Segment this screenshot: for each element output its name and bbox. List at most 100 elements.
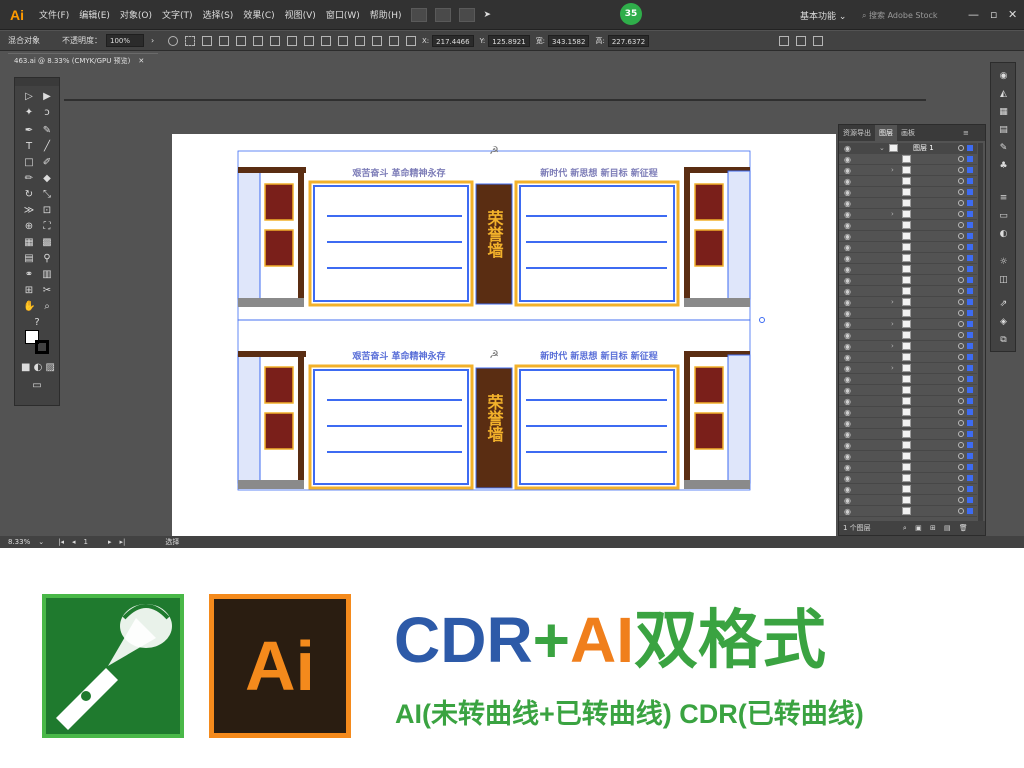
visibility-eye-icon[interactable]: ◉	[844, 375, 851, 384]
pen-tool-icon[interactable]: ✒	[23, 125, 35, 137]
expand-toggle-icon[interactable]: ›	[891, 341, 894, 352]
sublayer-row[interactable]: ◉	[839, 495, 977, 506]
layer-row-top[interactable]: ◉ ⌄ 图层 1	[839, 143, 977, 154]
sublayer-row[interactable]: ◉	[839, 352, 977, 363]
export-icon[interactable]: ⇗	[998, 299, 1009, 310]
close-tab-icon[interactable]: ✕	[138, 57, 144, 65]
selection-tool-icon[interactable]: ▷	[23, 91, 35, 103]
menu-view[interactable]: 视图(V)	[280, 8, 321, 21]
menu-file[interactable]: 文件(F)	[34, 8, 74, 21]
symbols-icon[interactable]: ♣	[998, 161, 1009, 172]
rectangle-tool-icon[interactable]: □	[23, 157, 35, 169]
sublayer-row[interactable]: ◉	[839, 264, 977, 275]
visibility-eye-icon[interactable]: ◉	[844, 342, 851, 351]
visibility-eye-icon[interactable]: ◉	[844, 309, 851, 318]
distribute-right-icon[interactable]	[389, 35, 399, 46]
paintbrush-tool-icon[interactable]: ✐	[41, 157, 53, 169]
selection-indicator[interactable]	[967, 343, 973, 349]
gradient-tool-icon[interactable]: ▤	[23, 253, 35, 265]
menu-window[interactable]: 窗口(W)	[321, 8, 365, 21]
perspective-grid-tool-icon[interactable]: ▦	[23, 237, 35, 249]
sublayer-row[interactable]: ◉	[839, 484, 977, 495]
target-circle-icon[interactable]	[958, 431, 964, 437]
visibility-eye-icon[interactable]: ◉	[844, 485, 851, 494]
mesh-tool-icon[interactable]: ▩	[41, 237, 53, 249]
selection-indicator[interactable]	[967, 145, 973, 151]
selection-indicator[interactable]	[967, 486, 973, 492]
target-circle-icon[interactable]	[958, 244, 964, 250]
align-top-icon[interactable]	[253, 35, 263, 46]
target-circle-icon[interactable]	[958, 145, 964, 151]
sublayer-row[interactable]: ◉	[839, 374, 977, 385]
menu-select[interactable]: 选择(S)	[198, 8, 239, 21]
appearance-icon[interactable]: ☼	[998, 257, 1009, 268]
visibility-eye-icon[interactable]: ◉	[844, 166, 851, 175]
selection-indicator[interactable]	[967, 266, 973, 272]
y-field[interactable]: 125.8921	[488, 34, 530, 47]
screen-mode-icon[interactable]: ▭	[31, 380, 43, 392]
scale-tool-icon[interactable]: ⤡	[41, 189, 53, 201]
menu-icon[interactable]	[813, 35, 824, 46]
selection-indicator[interactable]	[967, 497, 973, 503]
visibility-eye-icon[interactable]: ◉	[844, 155, 851, 164]
align-to-icon[interactable]	[185, 35, 195, 46]
visibility-eye-icon[interactable]: ◉	[844, 408, 851, 417]
slice-tool-icon[interactable]: ✂	[41, 285, 53, 297]
next-page-icon[interactable]: ▸	[108, 538, 112, 546]
stroke-swatch[interactable]	[35, 340, 49, 354]
target-circle-icon[interactable]	[958, 178, 964, 184]
sublayer-row[interactable]: ◉ ›	[839, 209, 977, 220]
hand-tool-icon[interactable]: ✋	[23, 301, 35, 313]
color-guide-icon[interactable]: ◭	[998, 89, 1009, 100]
sublayer-row[interactable]: ◉ ›	[839, 319, 977, 330]
chevron-down-icon[interactable]: ⌄	[38, 538, 44, 546]
color-mode-icons[interactable]: ■ ◐ ▨	[21, 362, 55, 374]
line-tool-icon[interactable]: ╱	[41, 141, 53, 153]
selection-indicator[interactable]	[967, 299, 973, 305]
opacity-field[interactable]: 100%	[106, 34, 144, 47]
new-sublayer-icon[interactable]: ⊞	[930, 524, 936, 532]
visibility-eye-icon[interactable]: ◉	[844, 419, 851, 428]
visibility-eye-icon[interactable]: ◉	[844, 144, 851, 153]
w-field[interactable]: 343.1582	[548, 34, 590, 47]
sublayer-row[interactable]: ◉	[839, 385, 977, 396]
visibility-eye-icon[interactable]: ◉	[844, 397, 851, 406]
sublayer-row[interactable]: ◉	[839, 231, 977, 242]
x-field[interactable]: 217.4466	[432, 34, 474, 47]
sublayer-row[interactable]: ◉	[839, 308, 977, 319]
shaper-tool-icon[interactable]: ✏	[23, 173, 35, 185]
selection-indicator[interactable]	[967, 178, 973, 184]
brushes-icon[interactable]: ✎	[998, 143, 1009, 154]
tab-artboards[interactable]: 画板	[897, 128, 919, 138]
selection-indicator[interactable]	[967, 156, 973, 162]
clipping-mask-icon[interactable]: ▣	[915, 524, 922, 532]
expand-toggle-icon[interactable]: ⌄	[879, 143, 885, 154]
target-circle-icon[interactable]	[958, 464, 964, 470]
menu-object[interactable]: 对象(O)	[115, 8, 157, 21]
page-number[interactable]: 1	[84, 538, 88, 546]
sublayer-row[interactable]: ◉	[839, 418, 977, 429]
target-circle-icon[interactable]	[958, 508, 964, 514]
transform-icon[interactable]	[779, 35, 790, 46]
sublayer-row[interactable]: ◉	[839, 253, 977, 264]
visibility-eye-icon[interactable]: ◉	[844, 331, 851, 340]
sublayer-row[interactable]: ◉	[839, 220, 977, 231]
distribute-vcenter-icon[interactable]	[321, 35, 331, 46]
width-tool-icon[interactable]: ≫	[23, 205, 35, 217]
tab-layers[interactable]: 图层	[875, 125, 897, 141]
menu-edit[interactable]: 编辑(E)	[74, 8, 115, 21]
recolor-icon[interactable]	[168, 35, 178, 46]
selection-indicator[interactable]	[967, 442, 973, 448]
target-circle-icon[interactable]	[958, 442, 964, 448]
layers-icon[interactable]: ◈	[998, 317, 1009, 328]
rotate-handle[interactable]	[759, 317, 765, 323]
shape-builder-tool-icon[interactable]: ⊕	[23, 221, 35, 233]
target-circle-icon[interactable]	[958, 453, 964, 459]
chevron-right-icon[interactable]: ›	[151, 36, 161, 46]
properties-icon[interactable]: ▦	[998, 107, 1009, 118]
target-circle-icon[interactable]	[958, 343, 964, 349]
visibility-eye-icon[interactable]: ◉	[844, 232, 851, 241]
visibility-eye-icon[interactable]: ◉	[844, 243, 851, 252]
sublayer-row[interactable]: ◉ ›	[839, 165, 977, 176]
artboard[interactable]: ☭ 艰苦奋斗 革命精神永存 新时代 新思想 新目标 新征程 荣誉墙 ☭ 艰苦奋斗…	[172, 134, 836, 537]
